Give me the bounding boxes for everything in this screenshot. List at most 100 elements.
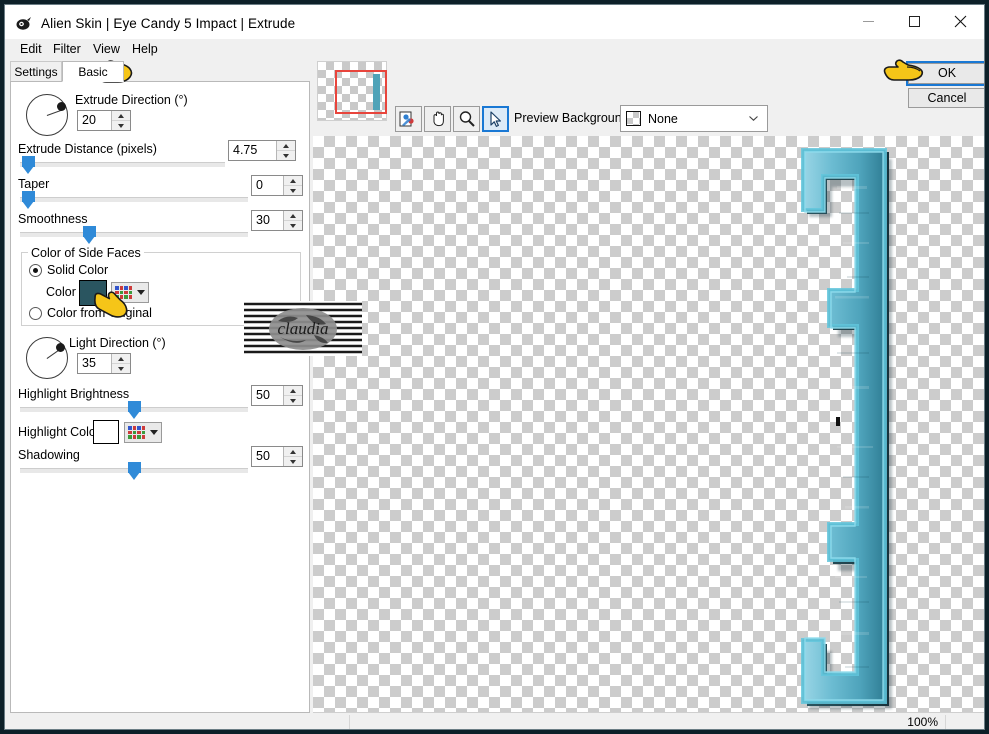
status-separator xyxy=(945,715,946,729)
extrude-direction-arrows[interactable] xyxy=(111,111,130,130)
extrude-direction-dial[interactable] xyxy=(26,94,68,136)
extrude-distance-label: Extrude Distance (pixels) xyxy=(18,142,157,156)
extrude-distance-down[interactable] xyxy=(277,151,295,160)
shadowing-up[interactable] xyxy=(284,447,302,457)
shadowing-arrows[interactable] xyxy=(283,447,302,466)
navigator-thumbnail[interactable] xyxy=(317,61,387,121)
extrude-distance-up[interactable] xyxy=(277,141,295,151)
smoothness-spinner[interactable]: 30 xyxy=(251,210,303,231)
light-direction-dial[interactable] xyxy=(26,337,68,379)
side-face-color-swatch[interactable] xyxy=(79,280,107,306)
solid-color-radio[interactable] xyxy=(29,264,42,277)
shadowing-spinner[interactable]: 50 xyxy=(251,446,303,467)
light-direction-down[interactable] xyxy=(112,364,130,373)
highlight-brightness-thumb[interactable] xyxy=(128,401,141,419)
zoom-level: 100% xyxy=(907,715,938,729)
light-direction-value[interactable]: 35 xyxy=(78,354,111,373)
preview-background-label: Preview Background: xyxy=(514,111,633,125)
extrude-direction-spinner[interactable]: 20 xyxy=(77,110,131,131)
extrude-direction-knob[interactable] xyxy=(57,102,66,111)
smoothness-up[interactable] xyxy=(284,211,302,221)
menu-item-edit[interactable]: Edit xyxy=(13,39,49,59)
preview-background-dropdown[interactable]: None xyxy=(620,105,768,132)
taper-track[interactable] xyxy=(20,197,248,202)
hand-pan-tool[interactable] xyxy=(424,106,451,132)
chevron-down-icon xyxy=(150,430,158,435)
menu-item-help[interactable]: Help xyxy=(125,39,165,59)
taper-up[interactable] xyxy=(284,176,302,186)
extrude-distance-arrows[interactable] xyxy=(276,141,295,160)
extrude-direction-value[interactable]: 20 xyxy=(78,111,111,130)
taper-value[interactable]: 0 xyxy=(252,176,283,195)
maximize-icon xyxy=(908,15,920,27)
extruded-shape-preview xyxy=(797,146,897,712)
smoothness-thumb[interactable] xyxy=(83,226,96,244)
extrude-direction-down[interactable] xyxy=(112,121,130,130)
close-button[interactable] xyxy=(937,5,983,37)
shadowing-down[interactable] xyxy=(284,457,302,466)
shadowing-value[interactable]: 50 xyxy=(252,447,283,466)
highlight-brightness-value[interactable]: 50 xyxy=(252,386,283,405)
smoothness-arrows[interactable] xyxy=(283,211,302,230)
color-from-original-radio[interactable] xyxy=(29,307,42,320)
tab-basic[interactable]: Basic xyxy=(62,61,124,82)
preview-marker xyxy=(836,417,840,426)
preview-canvas[interactable] xyxy=(313,136,984,712)
tab-settings[interactable]: Settings xyxy=(10,61,62,82)
settings-panel: Extrude Direction (°) 20 Extrude Distanc… xyxy=(10,81,310,713)
navigator-selection-rect[interactable] xyxy=(335,70,387,114)
color-label: Color xyxy=(46,285,76,299)
extrude-distance-value[interactable]: 4.75 xyxy=(229,141,276,160)
extrude-direction-label: Extrude Direction (°) xyxy=(75,93,188,107)
highlight-brightness-down[interactable] xyxy=(284,396,302,405)
highlight-color-swatch[interactable] xyxy=(93,420,119,444)
light-direction-knob[interactable] xyxy=(56,343,65,352)
highlight-palette-button[interactable] xyxy=(124,422,162,443)
status-bar: 100% xyxy=(313,712,984,729)
hand-pan-icon xyxy=(433,111,444,127)
window-title: Alien Skin | Eye Candy 5 Impact | Extrud… xyxy=(41,16,296,31)
menu-bar: Edit Filter View Help xyxy=(5,39,984,59)
color-picker-tool[interactable] xyxy=(395,106,422,132)
cancel-button[interactable]: Cancel xyxy=(908,88,984,108)
light-direction-spinner[interactable]: 35 xyxy=(77,353,131,374)
menu-item-view[interactable]: View xyxy=(86,39,127,59)
shadowing-label: Shadowing xyxy=(18,448,80,462)
highlight-brightness-spinner[interactable]: 50 xyxy=(251,385,303,406)
extrude-distance-thumb[interactable] xyxy=(22,156,35,174)
highlight-brightness-up[interactable] xyxy=(284,386,302,396)
light-direction-arrows[interactable] xyxy=(111,354,130,373)
smoothness-value[interactable]: 30 xyxy=(252,211,283,230)
smoothness-track[interactable] xyxy=(20,232,248,237)
light-direction-up[interactable] xyxy=(112,354,130,364)
minimize-button[interactable] xyxy=(845,5,891,37)
side-faces-group-title: Color of Side Faces xyxy=(28,246,144,260)
tab-strip: Settings Basic xyxy=(10,61,310,82)
menu-item-filter[interactable]: Filter xyxy=(46,39,88,59)
highlight-brightness-arrows[interactable] xyxy=(283,386,302,405)
preview-background-value: None xyxy=(648,112,678,126)
zoom-magnifier-tool[interactable] xyxy=(453,106,480,132)
smoothness-label: Smoothness xyxy=(18,212,88,226)
color-picker-icon xyxy=(399,111,414,126)
taper-spinner[interactable]: 0 xyxy=(251,175,303,196)
transparency-swatch-icon xyxy=(626,111,641,126)
minimize-icon xyxy=(862,20,874,22)
status-separator xyxy=(349,715,350,729)
taper-thumb[interactable] xyxy=(22,191,35,209)
ok-button[interactable]: OK xyxy=(906,61,984,86)
smoothness-down[interactable] xyxy=(284,221,302,230)
side-face-palette-button[interactable] xyxy=(111,282,149,303)
taper-arrows[interactable] xyxy=(283,176,302,195)
taper-down[interactable] xyxy=(284,186,302,195)
extrude-direction-up[interactable] xyxy=(112,111,130,121)
extrude-distance-track[interactable] xyxy=(20,162,225,167)
chevron-down-icon xyxy=(749,116,758,121)
app-icon xyxy=(15,15,33,33)
extrude-distance-spinner[interactable]: 4.75 xyxy=(228,140,296,161)
zoom-magnifier-icon xyxy=(459,111,475,127)
maximize-button[interactable] xyxy=(891,5,937,37)
shadowing-thumb[interactable] xyxy=(128,462,141,480)
arrow-select-tool[interactable] xyxy=(482,106,509,132)
close-icon xyxy=(954,15,966,27)
